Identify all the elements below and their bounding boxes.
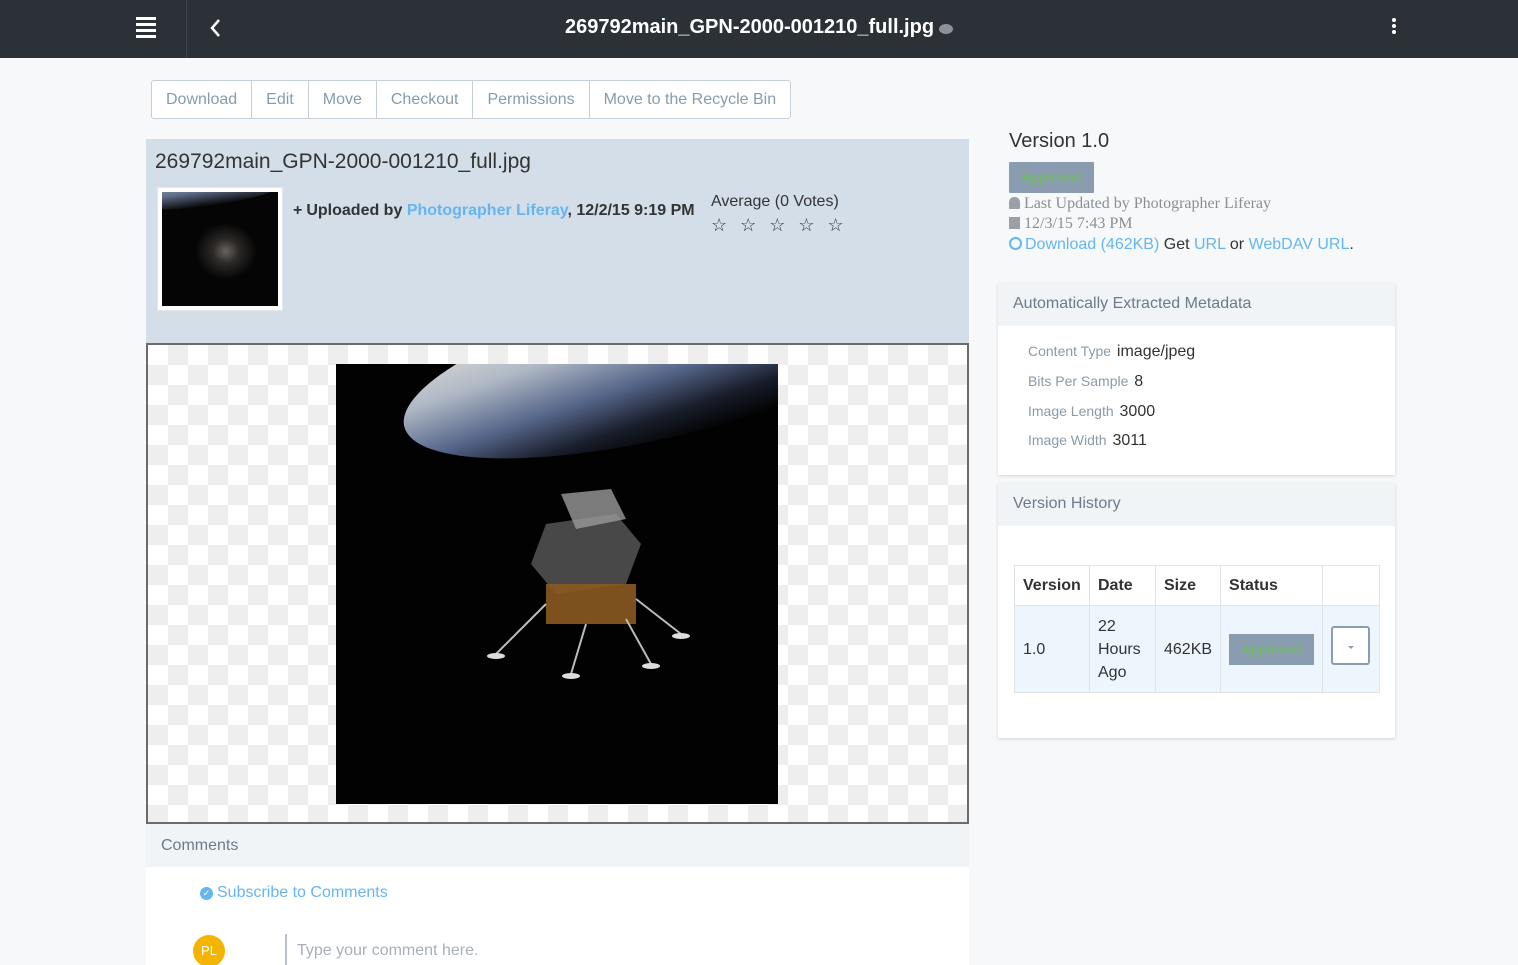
metadata-panel: Automatically Extracted Metadata Content…	[998, 283, 1395, 475]
cell-actions	[1322, 605, 1380, 693]
table-header-row: Version Date Size Status	[1014, 565, 1380, 606]
metadata-row: Bits Per Sample 8	[1028, 373, 1143, 391]
metadata-label: Image Width	[1028, 432, 1107, 448]
cell-date: 22 Hours Ago	[1089, 605, 1156, 693]
page-title: 269792main_GPN-2000-001210_full.jpg	[564, 16, 935, 38]
move-button[interactable]: Move	[309, 81, 377, 118]
last-updated: Last Updated by Photographer Liferay	[1009, 195, 1271, 213]
cell-version: 1.0	[1014, 605, 1090, 693]
status-badge: Approved	[1229, 633, 1315, 665]
metadata-label: Content Type	[1028, 343, 1112, 359]
edit-button[interactable]: Edit	[252, 81, 309, 118]
avatar: PL	[193, 935, 225, 965]
url-link[interactable]: URL	[1194, 236, 1225, 253]
comment-input[interactable]	[285, 934, 945, 965]
kebab-icon[interactable]	[1384, 16, 1404, 40]
version-title: Version 1.0	[1009, 130, 1110, 152]
comments-header: Comments	[146, 824, 969, 867]
checkout-button[interactable]: Checkout	[377, 81, 474, 118]
permissions-button[interactable]: Permissions	[473, 81, 590, 118]
version-history-table: Version Date Size Status 1.0 22 Hours Ag…	[1014, 565, 1380, 693]
document-title: 269792main_GPN-2000-001210_full.jpg	[155, 150, 531, 173]
metadata-header: Automatically Extracted Metadata	[998, 283, 1395, 326]
download-link[interactable]: Download (462KB)	[1009, 236, 1159, 253]
cell-size: 462KB	[1154, 605, 1222, 693]
uploaded-date: , 12/2/15 9:19 PM	[567, 202, 695, 219]
metadata-label: Image Length	[1028, 403, 1114, 419]
top-bar: 269792main_GPN-2000-001210_full.jpg	[0, 0, 1518, 58]
updated-date: 12/3/15 7:43 PM	[1009, 215, 1132, 233]
download-line: Download (462KB) Get URL or WebDAV URL.	[1009, 236, 1354, 254]
get-text: Get	[1163, 236, 1190, 253]
subscribe-link[interactable]: ✓ Subscribe to Comments	[200, 884, 388, 902]
lunar-module-graphic	[487, 489, 690, 679]
last-updated-text: Last Updated by Photographer Liferay	[1024, 195, 1272, 212]
document-header: 269792main_GPN-2000-001210_full.jpg + Upl…	[146, 139, 969, 343]
rating-label: Average (0 Votes)	[711, 193, 839, 210]
calendar-icon	[1009, 217, 1020, 229]
download-icon	[1009, 237, 1022, 250]
webdav-url-link[interactable]: WebDAV URL	[1249, 236, 1350, 253]
info-icon[interactable]	[939, 23, 954, 34]
or-text: or	[1229, 236, 1245, 253]
metadata-value: 8	[1134, 373, 1144, 390]
plus-icon: +	[293, 202, 303, 219]
uploader-link[interactable]: Photographer Liferay	[407, 202, 568, 219]
image-preview	[146, 343, 969, 824]
download-button[interactable]: Download	[152, 81, 253, 118]
updated-date-text: 12/3/15 7:43 PM	[1024, 215, 1133, 232]
column-header-size: Size	[1154, 565, 1222, 606]
ratings: Average (0 Votes) ☆ ☆ ☆ ☆ ☆	[711, 193, 848, 236]
title-wrap: 269792main_GPN-2000-001210_full.jpg	[0, 16, 1518, 39]
status-badge: Approved	[1009, 162, 1094, 193]
subscribe-label: Subscribe to Comments	[217, 884, 388, 901]
comments-panel: Comments ✓ Subscribe to Comments PL	[146, 824, 969, 965]
earth-horizon	[386, 364, 778, 500]
metadata-value: 3000	[1119, 403, 1156, 420]
user-icon	[1009, 197, 1020, 209]
column-header-status: Status	[1220, 565, 1324, 606]
table-row: 1.0 22 Hours Ago 462KB Approved	[1014, 605, 1380, 693]
preview-image	[336, 364, 778, 804]
column-header-date: Date	[1089, 565, 1156, 606]
thumbnail-image	[162, 192, 278, 306]
period: .	[1349, 236, 1354, 253]
metadata-row: Image Length 3000	[1028, 403, 1155, 421]
chevron-down-icon	[1348, 646, 1355, 649]
version-history-header: Version History	[998, 483, 1395, 526]
upload-info: + Uploaded by Photographer Liferay, 12/2/…	[293, 202, 695, 220]
column-header-version: Version	[1014, 565, 1090, 606]
download-link-label: Download (462KB)	[1025, 236, 1160, 253]
uploaded-prefix: Uploaded by	[306, 202, 403, 219]
version-history-panel: Version History Version Date Size Status…	[998, 483, 1395, 738]
column-header-actions	[1322, 565, 1380, 606]
metadata-value: 3011	[1112, 432, 1147, 449]
metadata-row: Image Width 3011	[1028, 432, 1147, 450]
row-actions-button[interactable]	[1331, 626, 1371, 665]
recycle-bin-button[interactable]: Move to the Recycle Bin	[590, 81, 791, 118]
thumbnail	[157, 187, 283, 311]
metadata-value: image/jpeg	[1116, 343, 1196, 360]
cell-status: Approved	[1220, 605, 1324, 693]
star-rating[interactable]: ☆ ☆ ☆ ☆ ☆	[711, 215, 848, 236]
metadata-row: Content Type image/jpeg	[1028, 343, 1195, 361]
check-circle-icon: ✓	[200, 887, 213, 900]
document-toolbar: Download Edit Move Checkout Permissions …	[151, 80, 792, 119]
metadata-label: Bits Per Sample	[1028, 373, 1129, 389]
